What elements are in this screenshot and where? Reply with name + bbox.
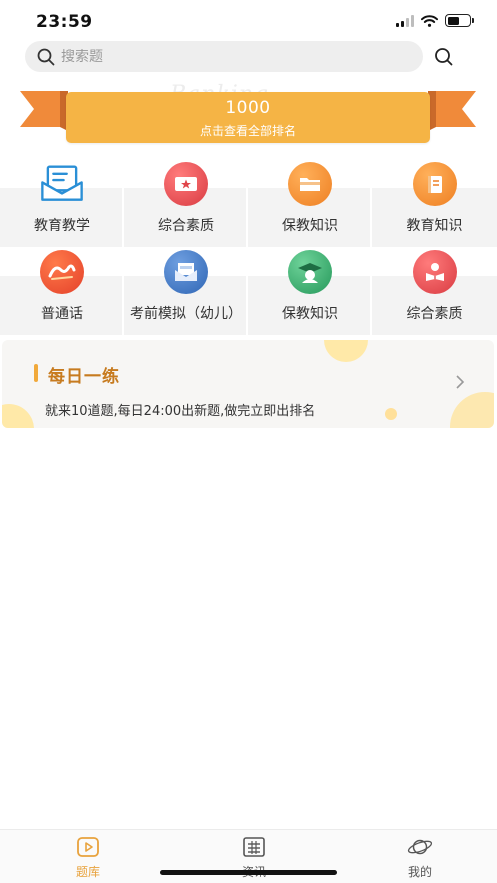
wifi-icon: [421, 14, 438, 27]
planet-icon: [407, 835, 433, 859]
daily-description: 就来10道题,每日24:00出新题,做完立即出排名: [45, 404, 316, 419]
mandarin-logo-icon: [40, 250, 84, 294]
decor-circle: [2, 404, 34, 428]
folder-icon: [288, 162, 332, 206]
banner-subtitle: 点击查看全部排名: [199, 124, 296, 138]
search-input[interactable]: [61, 48, 381, 65]
tab-news[interactable]: 资讯: [214, 835, 294, 883]
battery-icon: [445, 14, 474, 27]
tab-label: 题库: [75, 865, 100, 879]
category-label: 保教知识: [282, 218, 338, 234]
category-row: 教育教学 综合素质 保教知识 教育知识: [0, 159, 497, 247]
banner-score: 1000: [225, 98, 271, 118]
category-label: 保教知识: [282, 306, 338, 322]
tab-mine[interactable]: 我的: [380, 835, 460, 883]
banner-card[interactable]: 1000 点击查看全部排名: [66, 92, 430, 143]
home-indicator: [160, 870, 337, 875]
decor-circle: [450, 392, 494, 428]
category-education-teaching[interactable]: 教育教学: [0, 159, 124, 247]
search-button[interactable]: [432, 45, 456, 69]
title-accent-bar: [34, 364, 38, 382]
category-label: 考前模拟（幼儿）: [130, 306, 242, 322]
status-time: 23:59: [36, 12, 93, 32]
category-label: 教育教学: [34, 218, 90, 234]
search-icon: [435, 48, 453, 66]
search-bar[interactable]: [25, 41, 423, 72]
category-row: 普通话 考前模拟（幼儿） 保教知识 综合素质: [0, 247, 497, 335]
tab-label: 我的: [407, 865, 432, 879]
offer-mail-icon: [164, 250, 208, 294]
news-icon: [241, 835, 267, 859]
video-play-icon: [75, 835, 101, 859]
category-label: 综合素质: [406, 306, 463, 322]
status-bar: 23:59: [0, 0, 497, 40]
category-comprehensive-quality-2[interactable]: 综合素质: [372, 247, 497, 335]
category-mandarin[interactable]: 普通话: [0, 247, 124, 335]
tab-question-bank[interactable]: 题库: [48, 835, 128, 883]
chevron-right-icon: [456, 375, 465, 389]
category-mock-exam-preschool[interactable]: 考前模拟（幼儿）: [124, 247, 248, 335]
daily-practice-card[interactable]: 每日一练 就来10道题,每日24:00出新题,做完立即出排名: [2, 340, 494, 428]
search-icon: [37, 48, 55, 65]
decor-dot: [385, 408, 397, 420]
category-label: 教育知识: [406, 218, 463, 234]
graduate-icon: [288, 250, 332, 294]
book-icon: [412, 162, 457, 206]
category-comprehensive-quality[interactable]: 综合素质: [124, 159, 248, 247]
category-label: 普通话: [41, 306, 83, 322]
category-care-education-knowledge-2[interactable]: 保教知识: [248, 247, 372, 335]
ticket-star-icon: [164, 162, 208, 206]
category-label: 综合素质: [158, 218, 214, 234]
reader-icon: [412, 250, 457, 294]
decor-circle: [324, 340, 368, 362]
category-care-education-knowledge[interactable]: 保教知识: [248, 159, 372, 247]
category-education-knowledge[interactable]: 教育知识: [372, 159, 497, 247]
envelope-icon: [40, 162, 84, 206]
ranking-banner[interactable]: Banking 1000 点击查看全部排名: [0, 82, 497, 150]
signal-icon: [396, 14, 414, 27]
daily-title: 每日一练: [48, 367, 120, 387]
status-icons: [396, 14, 474, 27]
category-grid: 教育教学 综合素质 保教知识 教育知识 普通话 考前模拟（幼儿） 保教知识 综合…: [0, 159, 497, 335]
